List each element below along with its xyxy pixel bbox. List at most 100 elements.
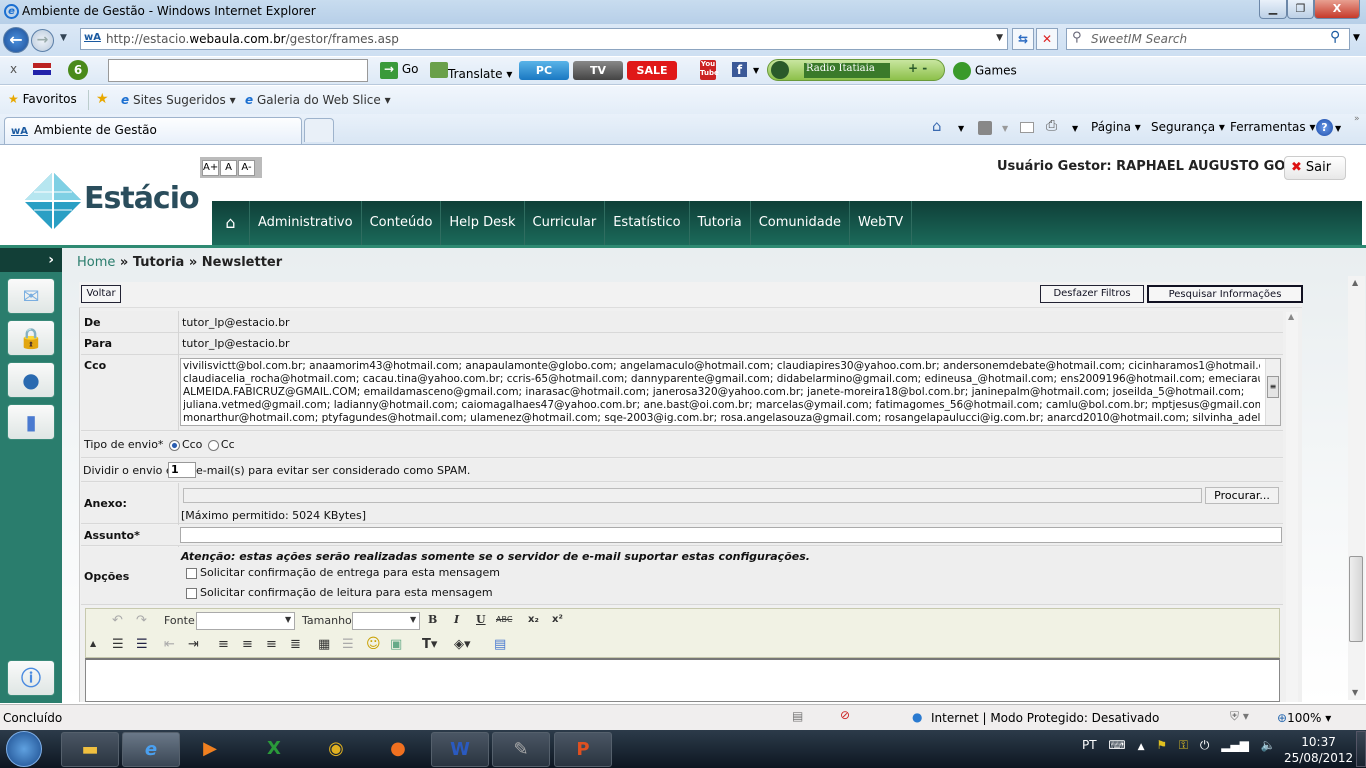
babylon-icon[interactable]: 6 — [68, 60, 88, 80]
stop-icon[interactable]: ✕ — [1036, 28, 1058, 50]
page-scroll-thumb[interactable] — [1349, 556, 1363, 642]
feeds-icon[interactable] — [978, 121, 992, 135]
restore-button[interactable]: ❐ — [1287, 0, 1314, 19]
nav-webtv[interactable]: WebTV — [850, 201, 913, 245]
logout-button[interactable]: ✖ Sair — [1284, 156, 1346, 180]
font-reset-button[interactable]: A — [220, 160, 237, 176]
bcc-scroll-thumb[interactable]: ≡ — [1267, 376, 1279, 398]
insert-image-icon[interactable]: ▣ — [390, 637, 402, 652]
italic-icon[interactable]: I — [454, 613, 459, 626]
indent-icon[interactable]: ⇥ — [188, 637, 199, 652]
taskbar-excel-icon[interactable]: X — [245, 732, 303, 767]
superscript-icon[interactable]: x² — [552, 614, 563, 625]
network-icon[interactable]: ▂▄▆ — [1221, 738, 1249, 752]
frame-scrollbar[interactable]: ▲ — [1286, 312, 1298, 702]
nav-tutoria[interactable]: Tutoria — [690, 201, 751, 245]
feeds-dropdown-icon[interactable]: ▼ — [1002, 124, 1008, 133]
html-source-icon[interactable]: ▤ — [494, 637, 506, 652]
underline-icon[interactable]: U — [476, 613, 486, 626]
expand-sidebar-icon[interactable]: › — [0, 248, 62, 272]
radio-widget[interactable]: Radio Itatiaia + - — [767, 59, 945, 81]
unordered-list-icon[interactable]: ☰ — [136, 637, 148, 652]
radio-cc[interactable] — [207, 439, 219, 451]
print-icon[interactable]: ⎙ — [1046, 118, 1057, 134]
tv-button[interactable]: TV — [573, 61, 623, 80]
undo-filters-button[interactable]: Desfazer Filtros — [1040, 285, 1144, 303]
horizontal-rule-icon[interactable]: ☰ — [342, 637, 354, 652]
toolbar-search-input[interactable] — [108, 59, 368, 82]
collapse-toolbar-icon[interactable]: ▲ — [90, 639, 96, 648]
facebook-icon[interactable]: f — [732, 62, 747, 77]
font-increase-button[interactable]: A+ — [202, 160, 219, 176]
outdent-icon[interactable]: ⇤ — [164, 637, 175, 652]
mail-icon[interactable] — [1020, 122, 1034, 133]
taskbar-word-icon[interactable]: W — [431, 732, 489, 767]
breadcrumb-section[interactable]: Tutoria — [133, 255, 184, 270]
show-desktop-button[interactable] — [1356, 731, 1366, 767]
emoticon-icon[interactable]: ☺ — [366, 636, 381, 652]
keyboard-icon[interactable]: ⌨ — [1108, 738, 1125, 752]
action-center-icon[interactable]: ⚑ — [1156, 738, 1167, 752]
taskbar-chrome-icon[interactable]: ◉ — [307, 732, 365, 767]
size-dropdown-icon[interactable]: ▼ — [410, 615, 416, 624]
scroll-up-icon[interactable]: ▲ — [1352, 278, 1358, 287]
nav-help-desk[interactable]: Help Desk — [441, 201, 525, 245]
search-input[interactable]: SweetIM Search — [1066, 28, 1350, 50]
fav-item-galeria-web-slice[interactable]: e Galeria do Web Slice ▾ — [245, 93, 391, 107]
font-dropdown-icon[interactable]: ▼ — [285, 615, 291, 624]
lock-icon[interactable]: 🔒 — [7, 320, 55, 356]
close-window-button[interactable]: X — [1314, 0, 1360, 19]
language-indicator[interactable]: PT — [1082, 738, 1097, 752]
flag-us-icon[interactable] — [33, 63, 51, 75]
nav-conteudo[interactable]: Conteúdo — [362, 201, 442, 245]
tab-ambiente-gestao[interactable]: wA Ambiente de Gestão — [4, 117, 302, 144]
align-center-icon[interactable]: ≡ — [242, 637, 253, 652]
zoom-level[interactable]: ⊕100% ▾ — [1277, 711, 1331, 725]
mail-icon[interactable]: ✉ — [7, 278, 55, 314]
start-button[interactable] — [6, 731, 42, 767]
subject-input[interactable] — [180, 527, 1282, 543]
bcc-scrollbar[interactable]: ≡ — [1265, 359, 1280, 425]
bold-icon[interactable]: B — [428, 613, 437, 626]
refresh-icon[interactable]: ⇆ — [1012, 28, 1034, 50]
toolbar-overflow-icon[interactable]: » — [1354, 114, 1360, 124]
subscript-icon[interactable]: x₂ — [528, 614, 539, 625]
tools-menu[interactable]: Ferramentas ▾ — [1230, 120, 1315, 134]
taskbar-paint-icon[interactable]: ✎ — [492, 732, 550, 767]
favorites-button[interactable]: ★ Favoritos — [8, 92, 77, 106]
table-icon[interactable]: ▦ — [318, 637, 330, 652]
search-options-icon[interactable]: ▼ — [1353, 33, 1360, 43]
security-keys-icon[interactable]: ⚿ — [1179, 738, 1188, 752]
compat-icon[interactable]: ▤ — [792, 709, 803, 723]
book-icon[interactable]: ▮ — [7, 404, 55, 440]
font-decrease-button[interactable]: A- — [238, 160, 255, 176]
radio-station-select[interactable]: Radio Itatiaia — [804, 63, 890, 78]
minimize-button[interactable]: ▁ — [1259, 0, 1287, 19]
taskbar-explorer-icon[interactable]: ▬ — [61, 732, 119, 767]
show-hidden-icons[interactable]: ▲ — [1138, 742, 1145, 752]
privacy-icon[interactable]: ⊘ — [840, 708, 850, 722]
read-receipt-checkbox[interactable] — [186, 587, 197, 599]
strikethrough-icon[interactable]: ABC — [496, 615, 512, 624]
translate-button[interactable]: Translate ▾ — [430, 62, 512, 81]
attachment-file-input[interactable] — [183, 488, 1202, 503]
highlight-color-icon[interactable]: ◈▾ — [454, 637, 471, 652]
nav-home-icon[interactable]: ⌂ — [212, 201, 250, 245]
security-menu[interactable]: Segurança ▾ — [1151, 120, 1225, 134]
games-button[interactable]: Games — [953, 62, 1017, 80]
nav-comunidade[interactable]: Comunidade — [751, 201, 850, 245]
volume-icon[interactable]: 🔈 — [1261, 738, 1276, 752]
align-right-icon[interactable]: ≡ — [266, 637, 277, 652]
go-button[interactable]: → Go — [380, 62, 418, 79]
radio-volume-controls[interactable]: + - — [908, 61, 927, 75]
close-toolbar-icon[interactable]: x — [10, 62, 17, 76]
delivery-receipt-checkbox[interactable] — [186, 567, 197, 579]
info-icon[interactable]: ⓘ — [7, 660, 55, 696]
taskbar-powerpoint-icon[interactable]: P — [554, 732, 612, 767]
address-input[interactable]: wA http://estacio.webaula.com.br/gestor/… — [80, 28, 1008, 50]
align-left-icon[interactable]: ≡ — [218, 637, 229, 652]
youtube-icon[interactable]: You Tube — [700, 60, 719, 80]
taskbar-firefox-icon[interactable]: ● — [369, 732, 427, 767]
browse-button[interactable]: Procurar... — [1205, 487, 1279, 504]
nav-administrativo[interactable]: Administrativo — [250, 201, 362, 245]
